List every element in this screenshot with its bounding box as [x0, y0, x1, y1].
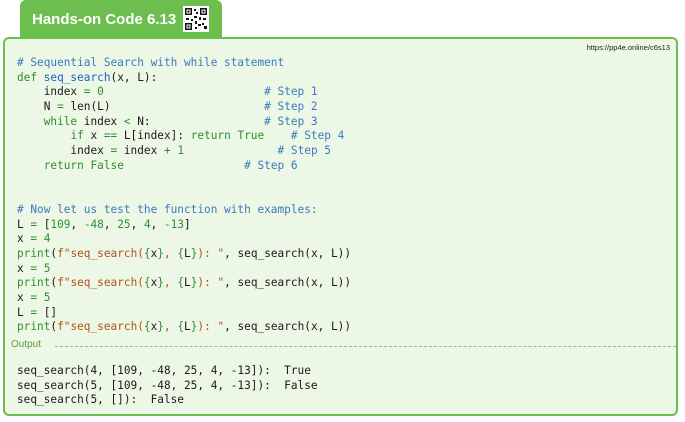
- qr-code-icon[interactable]: [183, 6, 210, 32]
- code-line: # Sequential Search with while statement: [17, 56, 285, 69]
- output-line: seq_search(4, [109, -48, 25, 4, -13]): T…: [17, 364, 311, 377]
- code-line: print(f"seq_search({x}, {L}): ", seq_sea…: [17, 246, 352, 260]
- code-block: # Sequential Search with while statement…: [17, 56, 351, 335]
- code-line: L = [109, -48, 25, 4, -13]: [17, 217, 191, 231]
- code-line: x = 4: [17, 232, 51, 246]
- code-line: if x == L[index]: return True # Step 4: [70, 129, 345, 143]
- code-line: return False # Step 6: [43, 158, 298, 172]
- code-line: x = 5: [17, 261, 51, 275]
- code-panel: https://pp4e.online/c6s13 # Sequential S…: [3, 37, 678, 416]
- output-line: seq_search(5, [109, -48, 25, 4, -13]): F…: [17, 378, 318, 392]
- code-line: L = []: [17, 305, 58, 319]
- code-line: def seq_search(x, L):: [17, 70, 158, 84]
- code-line: x = 5: [17, 291, 51, 304]
- output-block: seq_search(4, [109, -48, 25, 4, -13]): T…: [17, 364, 318, 408]
- code-line: print(f"seq_search({x}, {L}): ", seq_sea…: [17, 320, 352, 334]
- code-line: index = index + 1 # Step 5: [17, 144, 331, 158]
- code-line: # Now let us test the function with exam…: [17, 202, 318, 216]
- code-line: index = 0 # Step 1: [17, 85, 318, 99]
- code-line: print(f"seq_search({x}, {L}): ", seq_sea…: [17, 276, 352, 290]
- output-divider: Output: [5, 339, 676, 353]
- output-label: Output: [11, 339, 42, 350]
- source-url[interactable]: https://pp4e.online/c6s13: [587, 43, 670, 52]
- dashed-line: [55, 346, 676, 347]
- code-line: N = len(L) # Step 2: [17, 100, 318, 114]
- code-line: while index < N: # Step 3: [43, 114, 318, 128]
- output-line: seq_search(5, []): False: [17, 393, 184, 407]
- header-title: Hands-on Code 6.13: [32, 10, 177, 28]
- header-tab: Hands-on Code 6.13: [20, 0, 222, 38]
